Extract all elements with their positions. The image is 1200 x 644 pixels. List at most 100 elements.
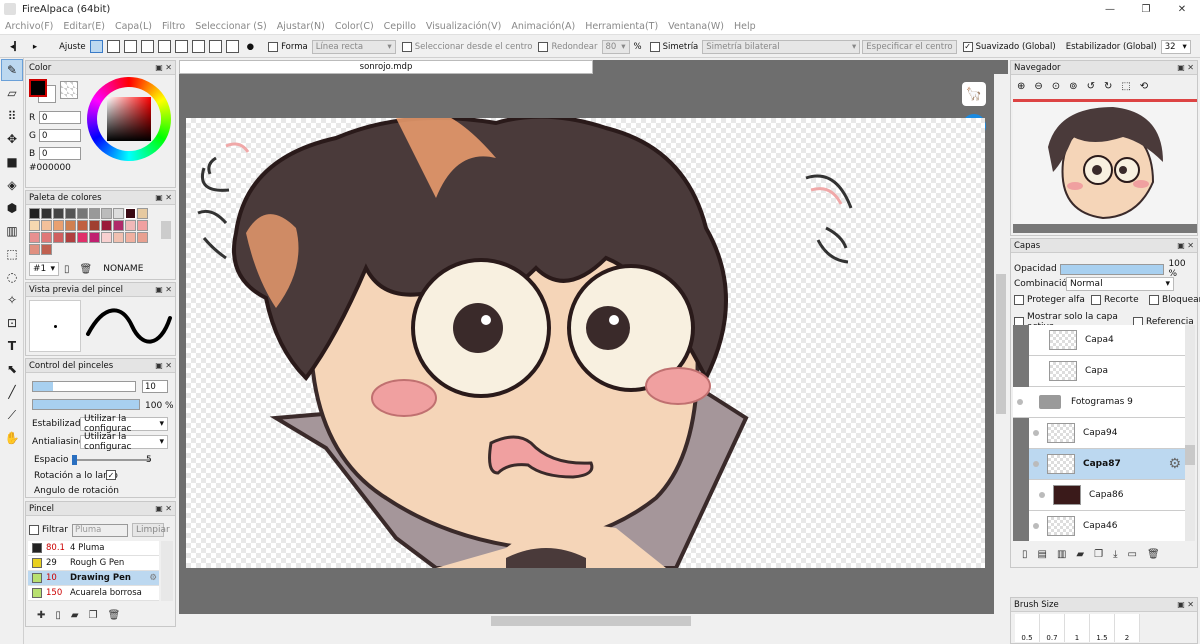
menu-herramienta[interactable]: Herramienta(T) [580,21,663,32]
brush-size-cell[interactable]: 1 [1065,614,1090,642]
palette-swatch[interactable] [77,208,88,219]
zoom-out-icon[interactable]: ⊖ [1034,81,1042,92]
palette-swatch[interactable] [89,208,100,219]
menu-filtro[interactable]: Filtro [157,21,190,32]
main-color-swatch[interactable] [29,79,47,97]
zoom-in-icon[interactable]: ⊕ [1017,81,1025,92]
size-slider[interactable] [32,381,136,392]
snap-circle-icon[interactable] [174,40,188,53]
recorte-checkbox[interactable] [1091,295,1101,305]
menu-ajustar[interactable]: Ajustar(N) [272,21,330,32]
duplicate-icon[interactable]: ❐ [89,610,98,621]
simetria-select[interactable]: Simetría bilateral ▾ [702,39,861,54]
forma-checkbox[interactable] [268,41,279,52]
palette-swatch[interactable] [53,232,64,243]
palette-scroll[interactable] [161,221,171,239]
palette-swatch[interactable] [89,232,100,243]
filtrar-checkbox[interactable] [29,525,39,535]
palette-swatch[interactable] [125,232,136,243]
magic-wand-tool-icon[interactable]: ✧ [1,289,23,311]
redondear-input[interactable]: 80 ▾ [601,39,630,54]
visibility-icon[interactable] [1033,523,1039,529]
new-palette-icon[interactable]: ▯ [64,264,70,275]
brush-item-selected[interactable]: 10 Drawing Pen ⚙ [28,571,159,586]
snap-cross-icon[interactable] [123,40,137,53]
layer-row[interactable]: Capa4 [1013,325,1185,356]
color-wheel[interactable] [87,77,171,161]
opacity-slider[interactable] [32,399,140,410]
panel-float-icon[interactable]: ▣ ✕ [155,63,172,72]
select-tool-icon[interactable]: ⬚ [1,243,23,265]
palette-swatch[interactable] [53,220,64,231]
proteger-checkbox[interactable] [1014,295,1024,305]
b-input[interactable]: 0 [39,147,81,160]
eraser-tool-icon[interactable]: ▱ [1,82,23,104]
palette-swatch[interactable] [41,220,52,231]
brush-list-scrollbar[interactable] [161,541,173,601]
palette-swatch[interactable] [41,208,52,219]
palette-swatch[interactable] [125,220,136,231]
palette-swatch[interactable] [137,232,148,243]
visibility-icon[interactable] [1033,461,1039,467]
fill-tool-icon[interactable]: ⬢ [1,197,23,219]
rotacion-checkbox[interactable]: ✓ [106,470,116,480]
layer-folder-row[interactable]: Fotogramas 9 [1013,387,1185,418]
operation-tool-icon[interactable]: ⬉ [1,358,23,380]
snap-curve-icon[interactable] [191,40,205,53]
new-layer-icon[interactable]: ▯ [1022,549,1028,560]
brush-item[interactable]: 29 Rough G Pen [28,556,159,571]
antialiasing-select[interactable]: Utilizar la configurac ▾ [80,432,168,452]
close-button[interactable]: ✕ [1164,0,1200,18]
visibility-icon[interactable] [1033,430,1039,436]
gradient-tool-icon[interactable]: ▥ [1,220,23,242]
limpiar-button[interactable]: Limpiar [131,523,170,537]
trash-icon[interactable]: 🗑 [108,610,121,621]
canvas-vertical-scrollbar[interactable] [994,74,1008,614]
snap-parallel-icon[interactable] [106,40,120,53]
zoom-fit-icon[interactable]: ⊙ [1052,81,1060,92]
saturation-square[interactable] [107,97,151,141]
bucket-tool-icon[interactable]: ◈ [1,174,23,196]
menu-seleccionar[interactable]: Seleccionar (S) [190,21,271,32]
panel-float-icon[interactable]: ▣ ✕ [1177,600,1194,609]
visibility-icon[interactable] [1017,399,1023,405]
panel-float-icon[interactable]: ▣ ✕ [155,504,172,513]
eyedropper-tool-icon[interactable]: ⟋ [1,404,23,426]
panel-float-icon[interactable]: ▣ ✕ [1177,241,1194,250]
espacio-slider[interactable] [72,455,150,465]
palette-swatch[interactable] [101,208,112,219]
palette-swatch[interactable] [137,208,148,219]
menu-animacion[interactable]: Animación(A) [506,21,580,32]
estabilizador-select[interactable]: 32 ▾ [1160,39,1191,54]
palette-swatch-selected[interactable] [125,208,136,219]
layer-row[interactable]: Capa94 [1013,417,1185,449]
snap-grid-icon[interactable] [208,40,222,53]
palette-swatch[interactable] [113,232,124,243]
g-input[interactable]: 0 [39,129,81,142]
delete-palette-icon[interactable]: 🗑 [80,264,93,275]
snap-vanishing-icon[interactable] [140,40,154,53]
lasso-tool-icon[interactable]: ◌ [1,266,23,288]
hand-tool-icon[interactable]: ✋ [1,427,23,449]
divide-tool-icon[interactable]: ╱ [1,381,23,403]
flip-icon[interactable]: ⬚ [1121,81,1130,92]
palette-swatch[interactable] [101,220,112,231]
menu-editar[interactable]: Editar(E) [58,21,110,32]
zoom-actual-icon[interactable]: ⊚ [1069,81,1077,92]
layer-row-selected[interactable]: Capa87 ⚙ [1013,448,1185,480]
brush-item[interactable]: 150 Acuarela borrosa [28,586,159,601]
palette-swatch[interactable] [29,220,40,231]
move-tool-icon[interactable]: ✥ [1,128,23,150]
brush-item[interactable]: 80.1 4 Pluma [28,541,159,556]
snap-settings-icon[interactable]: ● [247,42,254,52]
folder-icon[interactable]: ▰ [71,610,79,621]
dot-tool-icon[interactable]: ⠿ [1,105,23,127]
palette-swatch[interactable] [41,244,52,255]
palette-slot-select[interactable]: #1 ▾ [29,262,59,276]
panel-float-icon[interactable]: ▣ ✕ [155,361,172,370]
blend-mode-select[interactable]: Normal ▾ [1066,277,1174,291]
panel-float-icon[interactable]: ▣ ✕ [155,193,172,202]
size-input[interactable]: 10 [142,380,168,393]
document-tab[interactable]: sonrojo.mdp [179,60,593,74]
new-layer-1bit-icon[interactable]: ▥ [1057,549,1066,560]
